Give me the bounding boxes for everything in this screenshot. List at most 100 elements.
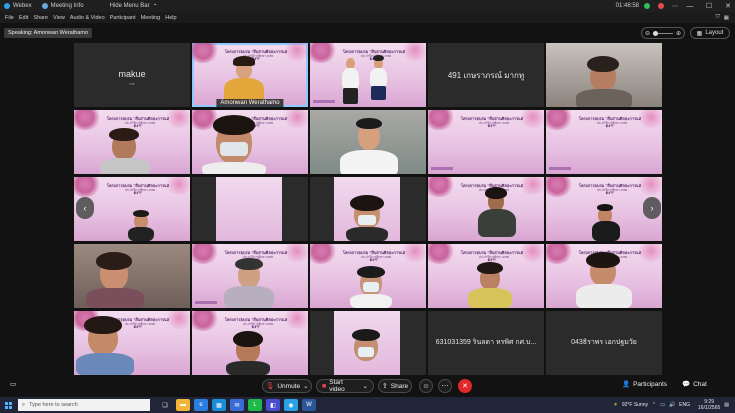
video-tile-21[interactable]: โครงการอบรม "สืบสานศิลปะการแสดงฯ" ประจำป… [74, 311, 190, 375]
more-options-button[interactable]: ⋯ [438, 379, 452, 393]
task-view-icon[interactable]: ❑ [158, 399, 172, 411]
video-tile-7[interactable]: โครงการอบรม "สืบสานศิลปะการแสดงฯ" ประจำป… [192, 110, 308, 174]
video-tile-18[interactable]: โครงการอบรม "สืบสานศิลปะการแสดงฯ" ประจำป… [310, 244, 426, 308]
windows-logo-icon [4, 401, 12, 409]
video-tile-5[interactable] [546, 43, 662, 107]
app-title: Webex [4, 3, 32, 9]
menu-share[interactable]: Share [33, 15, 48, 21]
video-tile-491[interactable]: 491 เกษราภรณ์ มากทู [428, 43, 544, 107]
video-tile-10[interactable]: โครงการอบรม "สืบสานศิลปะการแสดงฯ" ประจำป… [546, 110, 662, 174]
menu-meeting[interactable]: Meeting [141, 15, 161, 21]
file-explorer-icon[interactable]: ▬ [176, 399, 190, 411]
status-green-icon [644, 3, 650, 9]
video-tile-17[interactable]: โครงการอบรม "สืบสานศิลปะการแสดงฯ" ประจำป… [192, 244, 308, 308]
captions-icon: ▭ [10, 381, 17, 388]
video-tile-23[interactable] [310, 311, 426, 375]
video-tile-8[interactable] [310, 110, 426, 174]
menu-audio-video[interactable]: Audio & Video [70, 15, 105, 21]
windows-taskbar: ⌕ Type here to search ❑ ▬ e ▦ ✉ L ◧ ◉ W … [0, 397, 735, 413]
notification-icon[interactable]: ▤ [724, 402, 729, 408]
language-indicator[interactable]: ENG [679, 402, 690, 408]
video-tile-6[interactable]: โครงการอบรม "สืบสานศิลปะการแสดงฯ" ประจำป… [74, 110, 190, 174]
close-button[interactable]: ✕ [721, 2, 735, 10]
tray-chevron-icon[interactable]: ⌃ [652, 402, 656, 408]
app-name: Webex [13, 3, 32, 9]
start-button[interactable] [0, 397, 16, 413]
taskbar-search-input[interactable]: ⌕ Type here to search [18, 399, 150, 411]
unmute-button[interactable]: 🎙 Unmute ⌄ [262, 379, 312, 393]
video-tile-631031359[interactable]: 631031359 รินลดา หรพิศ กศ.บ... [428, 311, 544, 375]
captions-button[interactable]: ▭ [10, 380, 16, 388]
video-tile-9[interactable]: โครงการอบรม "สืบสานศิลปะการแสดงฯ" ประจำป… [428, 110, 544, 174]
title-bar: Webex Meeting Info Hide Menu Bar ⌃ 01:48… [0, 0, 735, 12]
system-tray: ☀ 92°F Sunny ⌃ ▭ 🔊 ENG 9:29 16/1/2565 ▤ [609, 399, 735, 411]
grid-icon[interactable]: ▦ [724, 15, 729, 21]
chevron-right-icon: › [650, 203, 654, 213]
taskbar-clock[interactable]: 9:29 16/1/2565 [694, 399, 720, 411]
menu-participant[interactable]: Participant [110, 15, 136, 21]
leave-meeting-button[interactable]: ✕ [458, 379, 472, 393]
hide-menu-bar-button[interactable]: Hide Menu Bar ⌃ [110, 3, 158, 10]
meeting-controls: ▭ 🎙 Unmute ⌄ ■ Start video ⌄ ⇪ Share ☺ ⋯… [0, 375, 735, 397]
video-tile-22[interactable]: โครงการอบรม "สืบสานศิลปะการแสดงฯ" ประจำป… [192, 311, 308, 375]
participants-icon: 👤 [622, 381, 631, 388]
zoom-out-icon[interactable]: ⊖ [645, 30, 650, 37]
mic-muted-icon: 🎙 [265, 383, 275, 390]
webex-taskbar-icon[interactable]: ◉ [284, 399, 298, 411]
share-button[interactable]: ⇪ Share [378, 379, 412, 393]
chevron-down-icon: ⌄ [303, 383, 309, 390]
menu-edit[interactable]: Edit [19, 15, 28, 21]
video-tile-16[interactable] [74, 244, 190, 308]
more-icon[interactable]: ⋯ [672, 3, 678, 10]
smiley-icon: ☺ [422, 382, 430, 390]
video-tile-makue[interactable]: makue me [74, 43, 190, 107]
speaking-indicator: Speaking: Amonwan Werathamo [4, 28, 92, 38]
maximize-button[interactable]: ☐ [702, 2, 716, 10]
network-icon[interactable]: ▭ [660, 402, 665, 408]
chevron-left-icon: ‹ [83, 203, 87, 213]
close-icon: ✕ [462, 383, 468, 390]
store-icon[interactable]: ▦ [212, 399, 226, 411]
chat-icon: 💬 [682, 381, 691, 388]
active-speaker-name: Amonwan Werathamo [216, 99, 284, 107]
video-tile-19[interactable]: โครงการอบรม "สืบสานศิลปะการแสดงฯ" ประจำป… [428, 244, 544, 308]
edge-icon[interactable]: e [194, 399, 208, 411]
app-icon[interactable]: ◧ [266, 399, 280, 411]
previous-page-arrow[interactable]: ‹ [76, 197, 94, 219]
weather-text[interactable]: 92°F Sunny [622, 402, 648, 408]
shield-icon: ⛉ [715, 14, 720, 20]
layout-button[interactable]: ▦ Layout [690, 27, 730, 39]
layout-icon: ▦ [696, 30, 703, 37]
menu-help[interactable]: Help [165, 15, 176, 21]
video-tile-14[interactable]: โครงการอบรม "สืบสานศิลปะการแสดงฯ" ประจำป… [428, 177, 544, 241]
chevron-up-icon: ⌃ [152, 3, 158, 10]
video-tile-active-speaker[interactable]: โครงการอบรม "สืบสานศิลปะการแสดงฯ" ประจำป… [192, 43, 308, 107]
mail-icon[interactable]: ✉ [230, 399, 244, 411]
chat-button[interactable]: 💬 Chat [682, 380, 707, 389]
video-tile-3[interactable]: โครงการอบรม "สืบสานศิลปะการแสดงฯ" ประจำป… [310, 43, 426, 107]
participants-button[interactable]: 👤 Participants [622, 380, 667, 389]
zoom-knob[interactable] [653, 30, 659, 36]
volume-icon[interactable]: 🔊 [669, 402, 675, 408]
video-tile-13[interactable] [310, 177, 426, 241]
reactions-button[interactable]: ☺ [419, 379, 433, 393]
video-tile-20[interactable]: โครงการอบรม "สืบสานศิลปะการแสดงฯ" ประจำป… [546, 244, 662, 308]
start-video-button[interactable]: ■ Start video ⌄ [316, 379, 374, 393]
next-page-arrow[interactable]: › [643, 197, 661, 219]
menu-file[interactable]: File [5, 15, 14, 21]
info-icon [41, 3, 48, 9]
zoom-in-icon[interactable]: ⊕ [676, 30, 681, 37]
video-tile-043[interactable]: 043ธิราพร เอกปฐมวัย [546, 311, 662, 375]
status-red-icon [658, 3, 664, 9]
share-icon: ⇪ [381, 383, 388, 390]
meeting-info-button[interactable]: Meeting Info [41, 3, 84, 9]
zoom-slider[interactable]: ⊖ ⊕ [641, 27, 685, 39]
word-icon[interactable]: W [302, 399, 316, 411]
sun-icon: ☀ [613, 402, 618, 408]
video-tile-12[interactable] [192, 177, 308, 241]
line-icon[interactable]: L [248, 399, 262, 411]
video-grid: makue me โครงการอบรม "สืบสานศิลปะการแสดง… [74, 43, 662, 375]
chevron-down-icon: ⌄ [362, 383, 368, 390]
menu-view[interactable]: View [53, 15, 65, 21]
minimize-button[interactable]: — [683, 3, 697, 10]
